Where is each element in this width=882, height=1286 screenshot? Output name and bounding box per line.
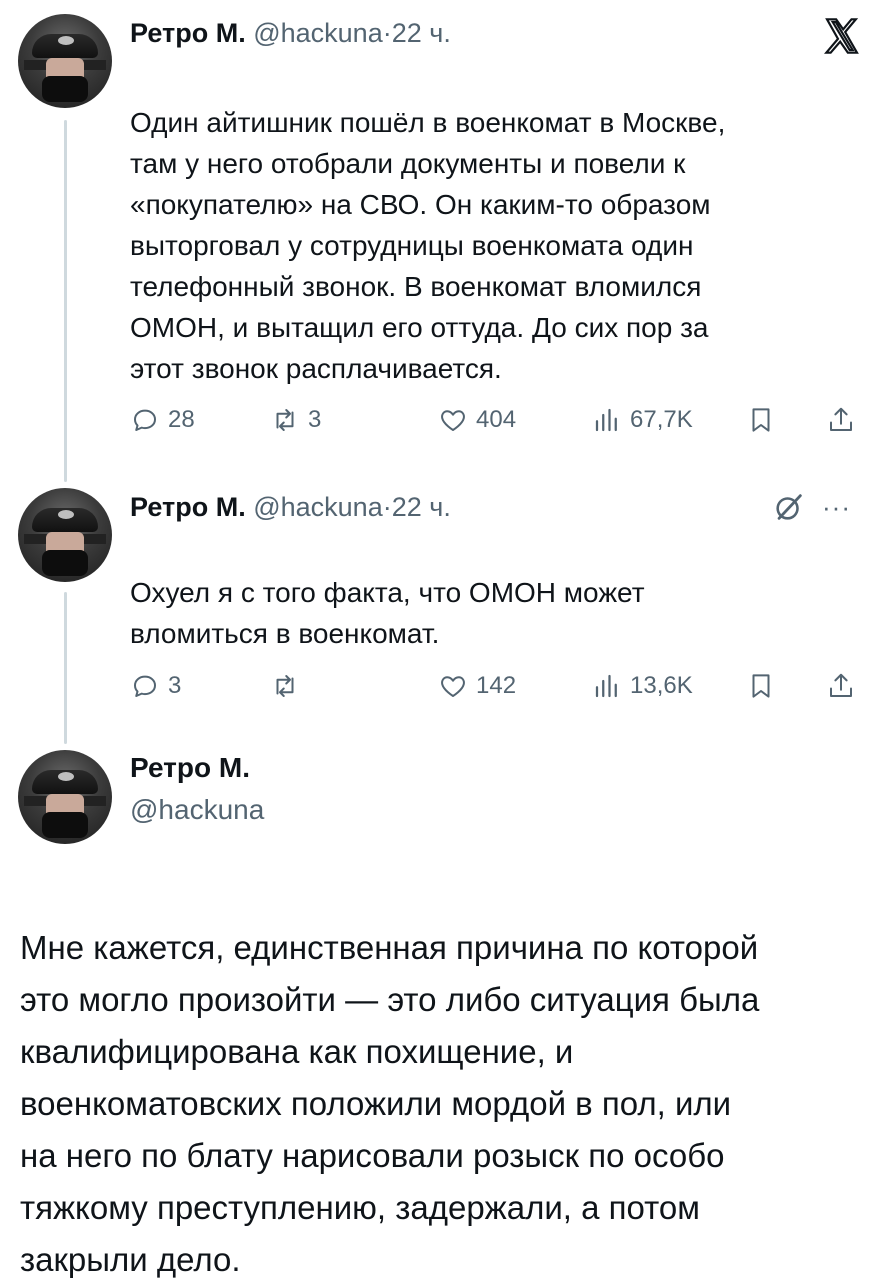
reply-text-line: закрыли дело. (20, 1241, 241, 1278)
author-name[interactable]: Ретро М. (130, 18, 246, 48)
bookmark-icon (752, 674, 770, 698)
reply-button[interactable]: 28 (130, 400, 195, 440)
share-button[interactable] (826, 666, 856, 706)
header-separator: · (382, 18, 392, 48)
repost-icon (276, 409, 294, 431)
tweet-text: Охуел я с того факта, что ОМОН может вло… (130, 572, 850, 654)
reply-text: Мне кажется, единственная причина по кот… (20, 922, 870, 1286)
author-name[interactable]: Ретро М. (130, 492, 246, 522)
header-separator: · (382, 492, 392, 522)
tweet-timestamp[interactable]: 22 ч. (392, 492, 451, 522)
views-icon (595, 408, 617, 432)
like-count: 142 (476, 672, 517, 699)
reply-count: 28 (168, 406, 195, 433)
author-handle[interactable]: @hackuna (253, 492, 383, 522)
author-name[interactable]: Ретро М. (130, 752, 250, 784)
tweet-timestamp[interactable]: 22 ч. (392, 18, 451, 48)
reply-button[interactable]: 3 (130, 666, 181, 706)
author-handle[interactable]: @hackuna (253, 18, 383, 48)
avatar[interactable] (18, 488, 112, 582)
avatar[interactable] (18, 750, 112, 844)
tweet-text-line: вломиться в военкомат. (130, 618, 440, 649)
reply-text-line: Мне кажется, единственная причина по кот… (20, 929, 759, 966)
tweet-text-line: выторговал у сотрудницы военкомата один (130, 230, 694, 261)
heart-icon (441, 676, 465, 697)
share-icon (830, 407, 852, 431)
repost-button[interactable] (270, 666, 308, 706)
reply-icon (134, 675, 156, 697)
repost-icon (276, 675, 294, 697)
views-button[interactable]: 67,7K (592, 400, 693, 440)
views-count: 13,6K (630, 672, 693, 699)
repost-button[interactable]: 3 (270, 400, 321, 440)
bookmark-icon (752, 408, 770, 432)
tweet-header: Ретро М. @hackuna·22 ч. (130, 18, 451, 49)
tweet-text-line: там у него отобрали документы и повели к (130, 148, 686, 179)
tweet-header: Ретро М. @hackuna·22 ч. (130, 492, 451, 523)
tweet-text-line: ОМОН, и вытащил его оттуда. До сих пор з… (130, 312, 709, 343)
reply-text-line: на него по блату нарисовали розыск по ос… (20, 1137, 725, 1174)
heart-icon (441, 410, 465, 431)
avatar-mask (42, 76, 88, 102)
tweet-actions: 28 3 404 67,7K (130, 400, 860, 440)
bookmark-button[interactable] (746, 400, 776, 440)
x-logo-icon[interactable] (822, 16, 862, 56)
tweet-text: Один айтишник пошёл в военкомат в Москве… (130, 102, 850, 389)
avatar-helmet-badge (58, 510, 74, 519)
avatar-mask (42, 550, 88, 576)
tweet-text-line: «покупателю» на СВО. Он каким-то образом (130, 189, 711, 220)
repost-count: 3 (308, 406, 322, 433)
tweet-text-line: этот звонок расплачивается. (130, 353, 502, 384)
reply-text-line: тяжкому преступлению, задержали, а потом (20, 1189, 700, 1226)
views-count: 67,7K (630, 406, 693, 433)
reply-text-line: военкоматовских положили мордой в пол, и… (20, 1085, 732, 1122)
like-button[interactable]: 142 (438, 666, 516, 706)
grok-icon[interactable] (772, 490, 806, 524)
more-icon[interactable]: ··· (822, 492, 856, 522)
reply-text-line: квалифицирована как похищение, и (20, 1033, 574, 1070)
tweet-text-line: Охуел я с того факта, что ОМОН может (130, 577, 645, 608)
views-icon (595, 674, 617, 698)
bookmark-button[interactable] (746, 666, 776, 706)
tweet-text-line: телефонный звонок. В военкомат вломился (130, 271, 702, 302)
avatar[interactable] (18, 14, 112, 108)
reply-count: 3 (168, 672, 182, 699)
views-button[interactable]: 13,6K (592, 666, 693, 706)
avatar-helmet-badge (58, 772, 74, 781)
thread-connector-line (64, 592, 67, 744)
tweet-text-line: Один айтишник пошёл в военкомат в Москве… (130, 107, 726, 138)
like-count: 404 (476, 406, 517, 433)
share-icon (830, 673, 852, 697)
thread-connector-line (64, 120, 67, 482)
reply-icon (134, 409, 156, 431)
reply-text-line: это могло произойти — это либо ситуация … (20, 981, 760, 1018)
share-button[interactable] (826, 400, 856, 440)
avatar-helmet-badge (58, 36, 74, 45)
author-handle[interactable]: @hackuna (130, 794, 264, 826)
avatar-mask (42, 812, 88, 838)
like-button[interactable]: 404 (438, 400, 516, 440)
tweet-actions: 3 142 13,6K (130, 666, 860, 706)
